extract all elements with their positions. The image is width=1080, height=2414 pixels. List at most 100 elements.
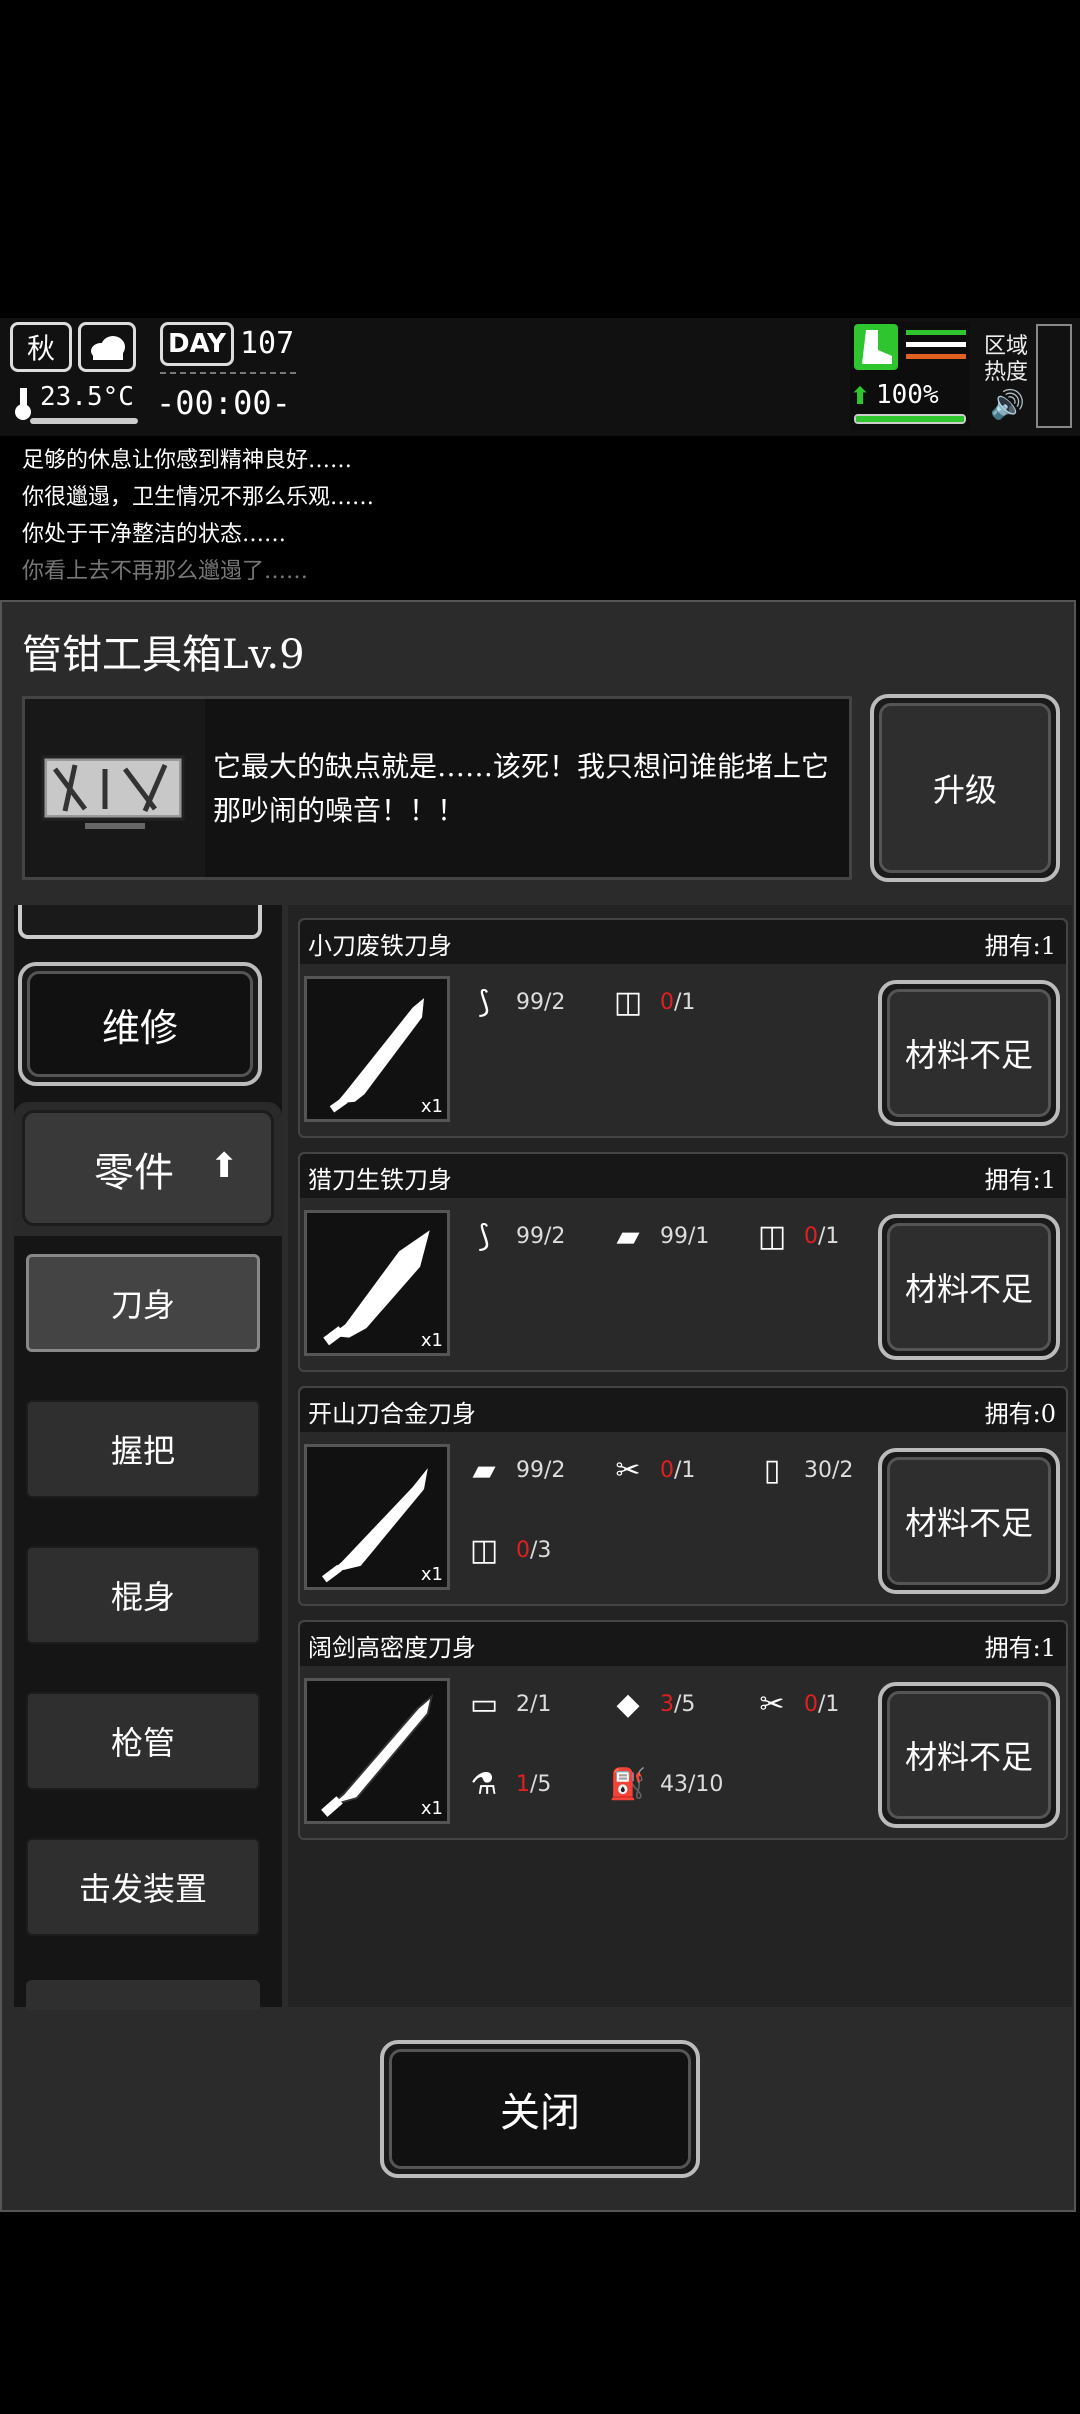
material-entry: ⟆ 99/2 — [460, 1219, 590, 1254]
sidebar-item-partial[interactable] — [26, 1980, 260, 2010]
material-have: 0 — [804, 1691, 818, 1717]
recipe-name: 猎刀生铁刀身 — [308, 1166, 452, 1194]
material-have: 0 — [516, 1537, 530, 1563]
material-need: /10 — [688, 1771, 724, 1797]
material-entry: ▭ 2/1 — [460, 1687, 590, 1722]
iron-ingot-icon: ▰ — [472, 1452, 496, 1488]
material-row: ◫ 0/3 — [460, 1530, 590, 1570]
status-hud: 秋 23.5°C DAY 107 -00:00- ✚ ⬆ 72% ☾ ⬇ 50%… — [0, 318, 1080, 744]
sidebar-item-cut[interactable] — [18, 905, 262, 939]
material-have: 0 — [804, 1223, 818, 1249]
close-button-label: 关闭 — [389, 2049, 691, 2169]
craft-button-label: 材料不足 — [887, 989, 1051, 1117]
material-entry: ⛽ 43/10 — [604, 1767, 734, 1802]
material-need: /5 — [674, 1691, 696, 1717]
stamina-line — [906, 354, 966, 359]
material-row: ▭ 2/1 ◆ 3/5 ✂ 0/1 — [460, 1684, 878, 1724]
material-have: 43 — [660, 1771, 688, 1797]
log-line: 你处于干净整洁的状态…… — [22, 522, 287, 547]
recipe-card: 猎刀生铁刀身 拥有:1 x1 ⟆ 99/2 ▰ 99/1 ◫ 0/1 材料不足 — [298, 1152, 1068, 1372]
material-row: ⟆ 99/2 ▰ 99/1 ◫ 0/1 — [460, 1216, 878, 1256]
owned-count: 拥有:1 — [984, 1634, 1056, 1662]
tool-parts-icon: ✂ — [615, 1452, 641, 1488]
tab-parts[interactable]: 零件 ⬆ — [14, 1102, 282, 1236]
boot-icon — [854, 324, 898, 370]
craft-button[interactable]: 材料不足 — [878, 1448, 1060, 1594]
clock-readout: -00:00- — [156, 384, 291, 422]
material-entry: ◫ 0/3 — [460, 1533, 590, 1568]
material-need: /2 — [544, 989, 566, 1015]
item-description-box: 它最大的缺点就是……该死！我只想问谁能堵上它那吵闹的噪音！！！ — [22, 696, 852, 880]
log-line: 你看上去不再那么邋遢了…… — [22, 559, 309, 584]
material-have: 3 — [660, 1691, 674, 1717]
recipe-header: 小刀废铁刀身 拥有:1 — [300, 920, 1066, 964]
craft-button[interactable]: 材料不足 — [878, 980, 1060, 1126]
steel-plate-icon: ◆ — [616, 1686, 640, 1722]
craft-button-label: 材料不足 — [887, 1223, 1051, 1351]
recipe-name: 阔剑高密度刀身 — [308, 1634, 476, 1662]
collapse-arrow-icon: ⬆ — [210, 1146, 239, 1186]
weather-cloud-icon — [78, 322, 136, 372]
sidebar-item-category[interactable]: 击发装置 — [26, 1838, 260, 1936]
recipe-header: 开山刀合金刀身 拥有:0 — [300, 1388, 1066, 1432]
recipe-card: 开山刀合金刀身 拥有:0 x1 ▰ 99/2 ✂ 0/1 ▯ 30/2 ◫ 0/… — [298, 1386, 1068, 1606]
material-row: ⚗ 1/5 ⛽ 43/10 — [460, 1764, 734, 1804]
material-row: ▰ 99/2 ✂ 0/1 ▯ 30/2 — [460, 1450, 878, 1490]
material-have: 0 — [660, 1457, 674, 1483]
upgrade-button[interactable]: 升级 — [870, 694, 1060, 882]
tab-parts-label: 零件 — [94, 1150, 174, 1196]
stamina-line — [906, 330, 966, 335]
item-quantity: x1 — [420, 1798, 443, 1819]
wood-log-icon: ◫ — [613, 984, 643, 1020]
tab-repair[interactable]: 维修 — [18, 962, 262, 1086]
message-log: 足够的休息让你感到精神良好…… 你很邋遢，卫生情况不那么乐观…… 你处于干净整洁… — [0, 442, 1080, 592]
cloth-icon: ▭ — [469, 1686, 499, 1722]
craft-button[interactable]: 材料不足 — [878, 1214, 1060, 1360]
close-button[interactable]: 关闭 — [380, 2040, 700, 2178]
sidebar-item-category[interactable]: 枪管 — [26, 1692, 260, 1790]
heat-meter — [1036, 324, 1072, 428]
flask-icon: ⚗ — [470, 1766, 498, 1802]
page-title: 管钳工具箱Lv.9 — [22, 632, 305, 678]
tool-parts-icon: ✂ — [759, 1686, 785, 1722]
material-need: /5 — [530, 1771, 552, 1797]
material-have: 99 — [516, 1223, 544, 1249]
region-heat-label: 区域 热度 — [984, 334, 1029, 385]
material-have: 0 — [660, 989, 674, 1015]
speaker-icon[interactable]: 🔊 — [990, 388, 1025, 421]
craft-button[interactable]: 材料不足 — [878, 1682, 1060, 1828]
material-need: /1 — [688, 1223, 710, 1249]
log-line: 足够的休息让你感到精神良好…… — [22, 448, 353, 473]
season-label: 秋 — [26, 332, 55, 365]
recipe-header: 阔剑高密度刀身 拥有:1 — [300, 1622, 1066, 1666]
material-need: /1 — [530, 1691, 552, 1717]
log-line: 你很邋遢，卫生情况不那么乐观…… — [22, 485, 375, 510]
sidebar-item-category[interactable]: 握把 — [26, 1400, 260, 1498]
sidebar-item-category[interactable]: 棍身 — [26, 1546, 260, 1644]
blade-icon: x1 — [304, 1444, 450, 1590]
item-quantity: x1 — [420, 1330, 443, 1351]
material-have: 99 — [516, 989, 544, 1015]
toolbox-icon — [25, 699, 205, 877]
stamina-value: 100% — [876, 380, 939, 410]
material-have: 1 — [516, 1771, 530, 1797]
day-label: DAY — [160, 322, 234, 366]
time-divider — [160, 372, 296, 382]
recipe-name: 开山刀合金刀身 — [308, 1400, 476, 1428]
material-need: /2 — [544, 1457, 566, 1483]
scrap-metal-icon: ⟆ — [478, 1218, 490, 1254]
material-entry: ◆ 3/5 — [604, 1687, 734, 1722]
craft-button-label: 材料不足 — [887, 1457, 1051, 1585]
material-entry: ▰ 99/2 — [460, 1453, 590, 1488]
sidebar-item-category[interactable]: 刀身 — [26, 1254, 260, 1352]
tab-repair-label: 维修 — [27, 971, 253, 1077]
stamina-panel: ⬆ 100% — [850, 322, 970, 430]
material-need: /2 — [832, 1457, 854, 1483]
blade-icon: x1 — [304, 976, 450, 1122]
material-row: ⟆ 99/2 ◫ 0/1 — [460, 982, 734, 1022]
thermometer-icon — [10, 384, 40, 422]
day-counter: 107 — [240, 326, 295, 361]
temperature-bar — [30, 418, 138, 424]
fuel-can-icon: ▯ — [763, 1452, 781, 1488]
material-need: /3 — [530, 1537, 552, 1563]
